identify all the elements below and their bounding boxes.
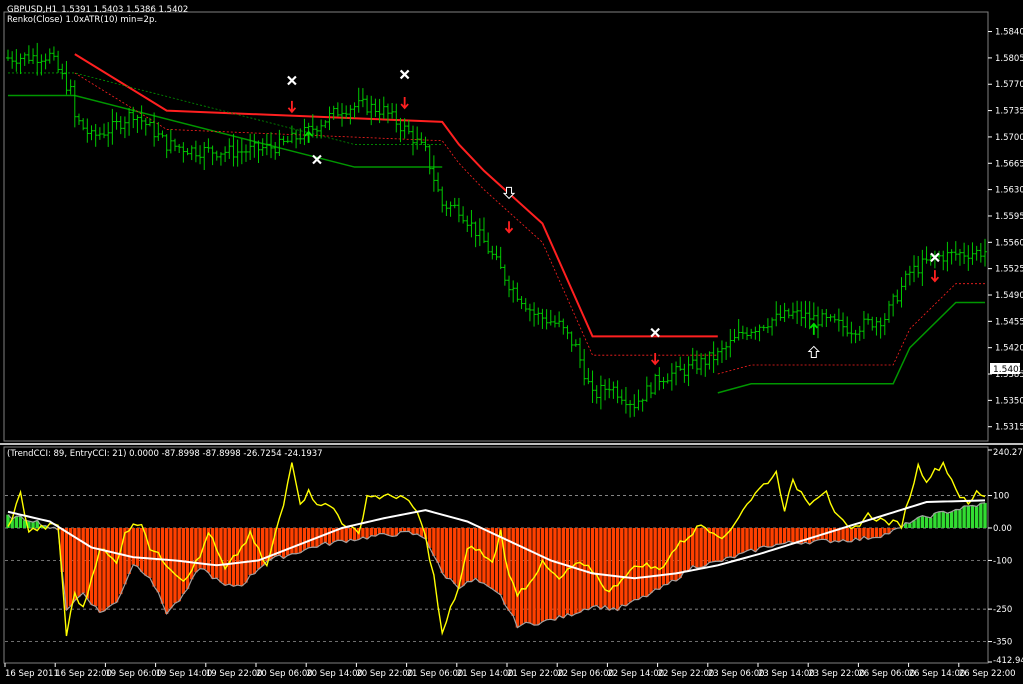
price-tick-label: 1.5805 bbox=[995, 54, 1023, 64]
time-tick-label: 21 Sep 14:00 bbox=[457, 669, 514, 679]
time-tick-label: 16 Sep 2011 bbox=[5, 669, 59, 679]
cci-tick-label: 0.00 bbox=[993, 524, 1012, 534]
price-tick-label: 1.5735 bbox=[995, 107, 1023, 117]
time-tick-label: 23 Sep 22:00 bbox=[808, 669, 865, 679]
trading-chart: 1.5840 1.5805 1.5770 1.5735 1.5700 1.5665 1.56… bbox=[0, 0, 1023, 680]
renko-lower-line-2 bbox=[717, 301, 985, 394]
cci-axis: 240.275 100 0.00 -100 -250 -350 -412.940 bbox=[988, 448, 1023, 666]
arrow-down-icon bbox=[930, 270, 940, 283]
time-tick-label: 19 Sep 14:00 bbox=[156, 669, 213, 679]
arrow-up-icon bbox=[809, 322, 818, 335]
time-tick-label: 21 Sep 06:00 bbox=[407, 669, 464, 679]
time-tick-label: 23 Sep 06:00 bbox=[708, 669, 765, 679]
price-tick-label: 1.5560 bbox=[995, 238, 1023, 248]
time-tick-label: 22 Sep 14:00 bbox=[607, 669, 664, 679]
time-tick-label: 26 Sep 14:00 bbox=[909, 669, 966, 679]
arrow-down-icon bbox=[287, 100, 297, 114]
price-tick-label: 1.5770 bbox=[995, 80, 1023, 90]
time-tick-label: 16 Sep 22:00 bbox=[55, 669, 112, 679]
arrow-up-icon bbox=[304, 130, 313, 143]
price-tick-label: 1.5350 bbox=[995, 396, 1023, 406]
time-tick-label: 19 Sep 06:00 bbox=[105, 669, 162, 679]
time-tick-label: 20 Sep 22:00 bbox=[356, 669, 413, 679]
trend-cci-histogram bbox=[6, 502, 987, 628]
arrow-down-icon bbox=[504, 221, 514, 234]
price-tick-label: 1.5455 bbox=[995, 317, 1023, 327]
price-tick-label: 1.5700 bbox=[995, 133, 1023, 143]
cci-tick-label: 240.275 bbox=[993, 448, 1023, 458]
cci-panel-label: (TrendCCI: 89, EntryCCI: 21) 0.0000 -87.… bbox=[7, 449, 323, 459]
chart-svg: 1.5840 1.5805 1.5770 1.5735 1.5700 1.5665 1.56… bbox=[0, 5, 1023, 679]
price-tick-label: 1.5525 bbox=[995, 265, 1023, 275]
indicator-label: Renko(Close) 1.0xATR(10) min=2p. bbox=[7, 15, 157, 25]
current-price-label: 1.5402 bbox=[993, 365, 1023, 375]
time-tick-label: 21 Sep 22:00 bbox=[507, 669, 564, 679]
cross-icon bbox=[399, 69, 410, 80]
time-tick-label: 26 Sep 06:00 bbox=[858, 669, 915, 679]
time-tick-label: 20 Sep 14:00 bbox=[306, 669, 363, 679]
cci-tick-label: 100 bbox=[993, 492, 1009, 502]
time-axis: 16 Sep 201116 Sep 22:0019 Sep 06:0019 Se… bbox=[4, 663, 1016, 679]
time-tick-label: 20 Sep 06:00 bbox=[256, 669, 313, 679]
cross-icon bbox=[287, 75, 297, 86]
hollow-arrow-up-icon bbox=[807, 345, 821, 358]
price-tick-label: 1.5490 bbox=[995, 291, 1023, 301]
price-tick-label: 1.5315 bbox=[995, 423, 1023, 433]
price-tick-label: 1.5420 bbox=[995, 344, 1023, 354]
cci-tick-label: -350 bbox=[993, 638, 1012, 648]
time-tick-label: 22 Sep 06:00 bbox=[557, 669, 614, 679]
price-tick-label: 1.5665 bbox=[995, 159, 1023, 169]
arrow-down-icon bbox=[400, 97, 409, 110]
cci-tick-label: -412.940 bbox=[993, 656, 1023, 666]
price-bars bbox=[6, 42, 987, 418]
arrow-down-icon bbox=[650, 352, 660, 366]
time-tick-label: 19 Sep 22:00 bbox=[206, 669, 263, 679]
symbol-label: GBPUSD,H1 1.5391 1.5403 1.5386 1.5402 bbox=[7, 5, 188, 15]
cci-tick-label: -100 bbox=[993, 556, 1012, 566]
price-tick-label: 1.5840 bbox=[995, 28, 1023, 38]
time-tick-label: 23 Sep 14:00 bbox=[758, 669, 815, 679]
time-tick-label: 26 Sep 22:00 bbox=[959, 669, 1016, 679]
renko-lines bbox=[8, 53, 985, 394]
price-tick-label: 1.5595 bbox=[995, 212, 1023, 222]
price-tick-label: 1.5630 bbox=[995, 186, 1023, 196]
time-tick-label: 22 Sep 22:00 bbox=[658, 669, 715, 679]
price-panel-frame bbox=[3, 11, 989, 442]
renko-upper-line bbox=[74, 53, 718, 338]
cci-tick-label: -250 bbox=[993, 605, 1012, 615]
